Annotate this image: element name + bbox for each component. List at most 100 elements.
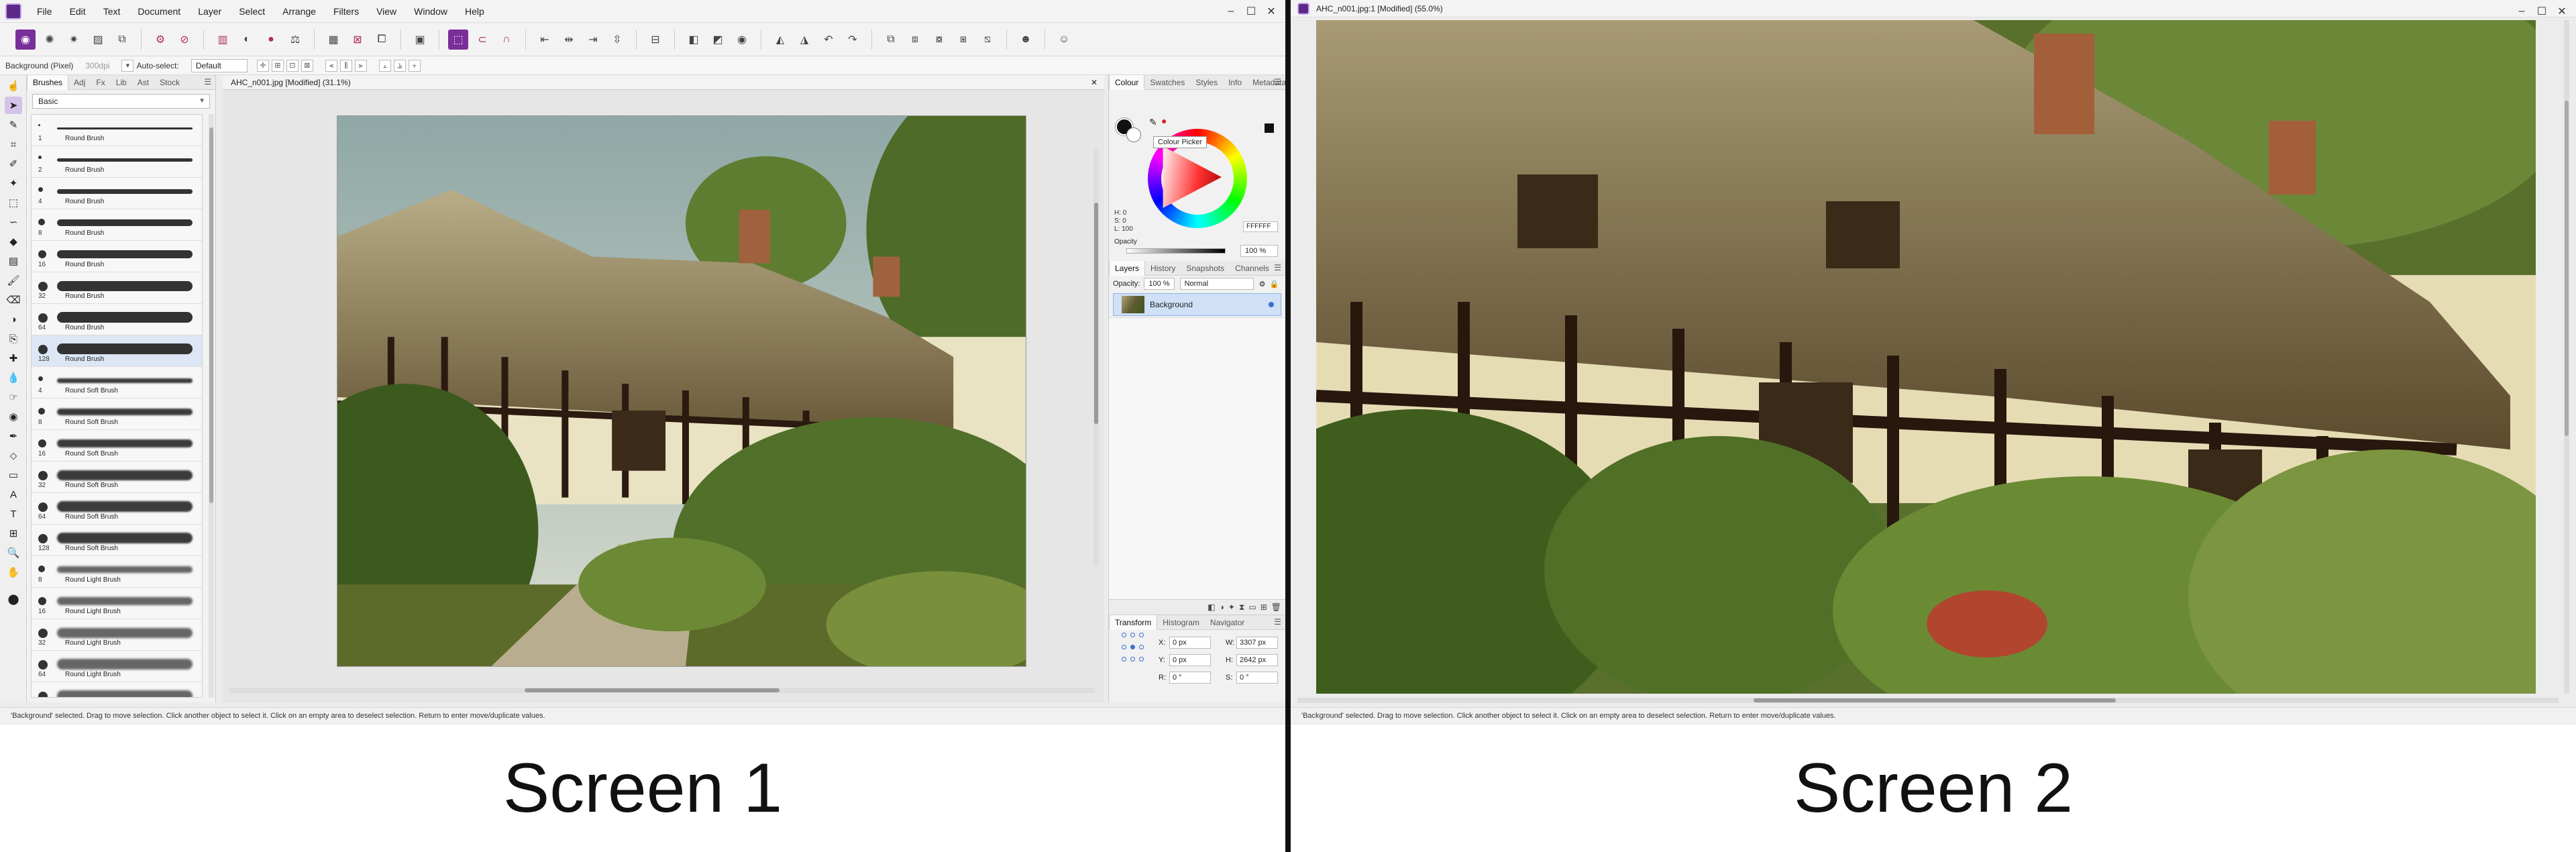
colour-swatch-icon[interactable]: ⬤ bbox=[5, 590, 22, 608]
paint-brush-tool-icon[interactable]: 🖌 bbox=[5, 272, 22, 289]
hex-input[interactable]: FFFFFF bbox=[1243, 221, 1278, 232]
tab-history[interactable]: History bbox=[1145, 261, 1181, 276]
tab-styles[interactable]: Styles bbox=[1190, 75, 1223, 90]
crop-tool-icon[interactable]: ⌗ bbox=[5, 136, 22, 153]
marquee-deselect-icon[interactable]: ⊠ bbox=[347, 30, 368, 50]
liquify-persona-icon[interactable]: ✺ bbox=[40, 30, 60, 50]
brush-item[interactable]: 16 Round Light Brush bbox=[32, 588, 202, 619]
menu-edit[interactable]: Edit bbox=[61, 0, 95, 23]
clone-tool-icon[interactable]: ⎘ bbox=[5, 330, 22, 348]
flood-select-tool-icon[interactable]: ✦ bbox=[5, 174, 22, 192]
autoselect-dropdown[interactable]: Default bbox=[191, 58, 248, 72]
add-layer-icon[interactable]: ⊞ bbox=[1260, 602, 1267, 612]
marquee-tool-icon[interactable]: ⬚ bbox=[5, 194, 22, 211]
document-tab[interactable]: AHC_n001.jpg [Modified] (31.1%) ✕ bbox=[223, 75, 1104, 90]
boolean-intersect-icon[interactable]: ⧇ bbox=[929, 30, 949, 50]
tab-assets[interactable]: Ast bbox=[132, 75, 154, 90]
autoselect-toggle-icon[interactable]: ▾ bbox=[121, 59, 134, 72]
boolean-add-icon[interactable]: ⧉ bbox=[881, 30, 901, 50]
menu-text[interactable]: Text bbox=[95, 0, 129, 23]
align-right-icon[interactable]: ⇥ bbox=[583, 30, 603, 50]
distribute-icon[interactable]: ⇳ bbox=[607, 30, 627, 50]
blend-mode-dropdown[interactable]: Normal bbox=[1179, 278, 1254, 290]
live-filter-icon[interactable]: ⧗ bbox=[1239, 602, 1244, 613]
hand-tool-icon[interactable]: ✋ bbox=[5, 564, 22, 581]
tab-channels[interactable]: Channels bbox=[1230, 261, 1275, 276]
snap-icon[interactable]: ⊠ bbox=[301, 59, 313, 72]
quick-mask-icon[interactable]: ▣ bbox=[410, 30, 430, 50]
boolean-subtract-icon[interactable]: ⧈ bbox=[905, 30, 925, 50]
move-tool-icon[interactable]: ➤ bbox=[5, 97, 22, 114]
tab-brushes[interactable]: Brushes bbox=[27, 74, 69, 90]
red-eye-tool-icon[interactable]: ◉ bbox=[5, 408, 22, 425]
brush-item[interactable]: 8 Round Light Brush bbox=[32, 556, 202, 588]
brush-item[interactable]: 32 Round Light Brush bbox=[32, 619, 202, 651]
layer-opacity-input[interactable]: 100 % bbox=[1144, 278, 1175, 290]
show-handles-icon[interactable]: ⊡ bbox=[286, 59, 299, 72]
white-balance-icon[interactable]: ⚖ bbox=[285, 30, 305, 50]
selection-mode-icon[interactable]: ⬚ bbox=[448, 29, 468, 50]
freehand-select-tool-icon[interactable]: ∽ bbox=[5, 213, 22, 231]
brush-item[interactable]: 2 Round Brush bbox=[32, 146, 202, 178]
maximize-icon[interactable]: ☐ bbox=[2532, 5, 2552, 18]
background-colour-swatch[interactable] bbox=[1126, 127, 1141, 142]
close-document-icon[interactable]: ✕ bbox=[1091, 75, 1097, 90]
panel-menu-icon[interactable]: ☰ bbox=[1274, 77, 1281, 87]
brush-item[interactable]: 4 Round Brush bbox=[32, 178, 202, 209]
erase-brush-tool-icon[interactable]: ⌫ bbox=[5, 291, 22, 309]
tab-library[interactable]: Lib bbox=[111, 75, 132, 90]
tab-swatches[interactable]: Swatches bbox=[1144, 75, 1190, 90]
anchor-grid[interactable] bbox=[1120, 630, 1146, 666]
x-input[interactable]: 0 px bbox=[1169, 637, 1211, 649]
minimize-icon[interactable]: – bbox=[2512, 5, 2532, 17]
document-vertical-scrollbar[interactable] bbox=[2564, 20, 2569, 694]
mask-icon[interactable]: ◧ bbox=[1208, 602, 1215, 612]
brush-item[interactable]: 16 Round Soft Brush bbox=[32, 430, 202, 462]
frame-text-tool-icon[interactable]: T bbox=[5, 505, 22, 523]
brush-item[interactable]: 4 Round Soft Brush bbox=[32, 367, 202, 398]
tab-adjustments[interactable]: Adj bbox=[68, 75, 91, 90]
align-bottom-small-icon[interactable]: ⫟ bbox=[408, 59, 421, 72]
flip-horizontal-icon[interactable]: ◭ bbox=[770, 30, 790, 50]
arrange-icon[interactable]: ⊟ bbox=[645, 30, 665, 50]
document-vertical-scrollbar[interactable] bbox=[1093, 149, 1099, 565]
panel-menu-icon[interactable]: ☰ bbox=[1274, 617, 1281, 627]
brush-mode-icon[interactable]: ∩ bbox=[496, 30, 517, 50]
brush-item[interactable]: 128Round Light Brush bbox=[32, 682, 202, 697]
transform-origin-icon[interactable]: ✛ bbox=[256, 59, 269, 72]
node-tool-icon[interactable]: ⬦ bbox=[5, 447, 22, 464]
pen-tool-icon[interactable]: ✒ bbox=[5, 427, 22, 445]
menu-file[interactable]: File bbox=[28, 0, 61, 23]
brush-item[interactable]: 64 Round Light Brush bbox=[32, 651, 202, 682]
menu-filters[interactable]: Filters bbox=[325, 0, 368, 23]
mesh-warp-tool-icon[interactable]: ⊞ bbox=[5, 525, 22, 542]
menu-document[interactable]: Document bbox=[129, 0, 189, 23]
brush-item[interactable]: 128 Round Brush bbox=[32, 335, 202, 367]
adjustment-icon[interactable]: ◑ bbox=[1220, 602, 1224, 612]
align-middle-small-icon[interactable]: ⫡ bbox=[393, 59, 406, 72]
dodge-brush-tool-icon[interactable]: ◑ bbox=[5, 311, 22, 328]
rotation-input[interactable]: 0 ° bbox=[1169, 672, 1211, 684]
preview-icon[interactable]: ☻ bbox=[1016, 30, 1036, 50]
brush-item[interactable]: 8 Round Soft Brush bbox=[32, 398, 202, 430]
blur-brush-tool-icon[interactable]: 💧 bbox=[5, 369, 22, 386]
insert-layer-icon[interactable]: ◧ bbox=[684, 30, 704, 50]
view-mode-icon[interactable]: ⊘ bbox=[174, 30, 195, 50]
bounding-box-icon[interactable]: ⊞ bbox=[271, 59, 284, 72]
brush-item[interactable]: 128 Round Soft Brush bbox=[32, 525, 202, 556]
brush-category-dropdown[interactable]: Basic ▼ bbox=[32, 94, 210, 109]
snapping-icon[interactable]: ⊂ bbox=[472, 30, 492, 50]
colour-picker-tool-icon[interactable]: ✎ bbox=[5, 116, 22, 134]
affinity-photo-app-icon[interactable] bbox=[1297, 2, 1309, 15]
photo-persona-icon[interactable]: ◉ bbox=[15, 29, 36, 50]
close-icon[interactable]: ✕ bbox=[1261, 5, 1281, 18]
minimize-icon[interactable]: – bbox=[1221, 5, 1241, 17]
document-horizontal-scrollbar[interactable] bbox=[1297, 698, 2559, 703]
align-right-small-icon[interactable]: ⫸ bbox=[354, 59, 367, 72]
tab-navigator[interactable]: Navigator bbox=[1205, 615, 1250, 630]
maximize-icon[interactable]: ☐ bbox=[1241, 5, 1261, 18]
tab-transform[interactable]: Transform bbox=[1109, 615, 1158, 630]
menu-view[interactable]: View bbox=[368, 0, 405, 23]
opacity-slider[interactable] bbox=[1126, 248, 1226, 254]
view-tool-icon[interactable]: ☝ bbox=[5, 77, 22, 95]
